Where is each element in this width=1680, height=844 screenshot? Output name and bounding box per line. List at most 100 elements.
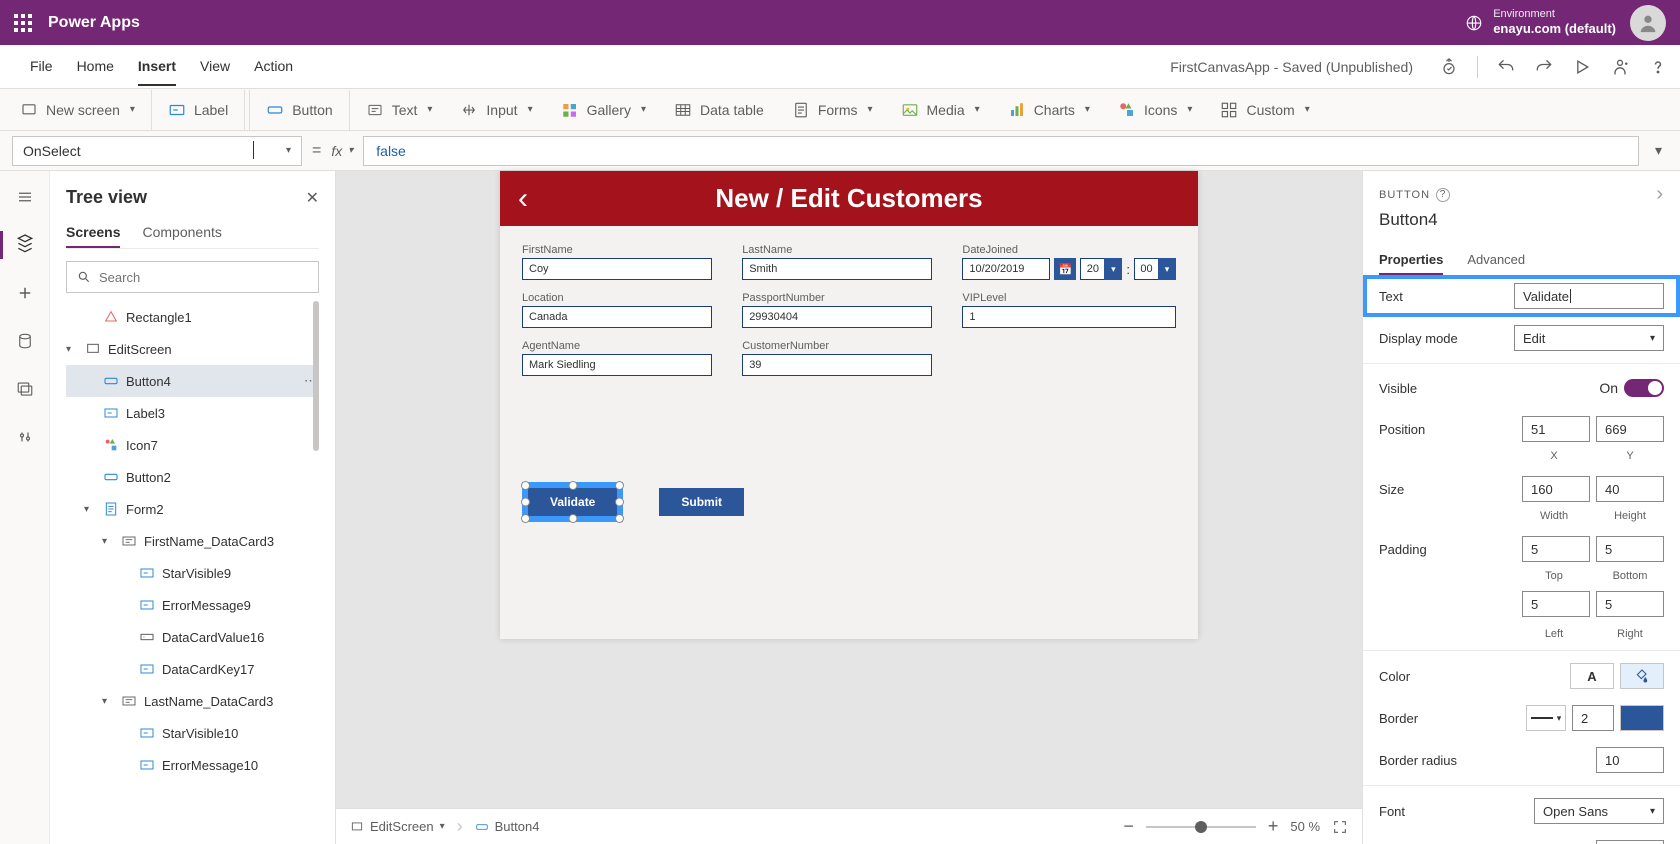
play-icon[interactable] [1572, 57, 1592, 77]
tree-node[interactable]: Icon7 [66, 429, 319, 461]
formula-expand-icon[interactable]: ▾ [1649, 142, 1668, 159]
size-height-input[interactable]: 40 [1596, 476, 1664, 502]
padding-right-input[interactable]: 5 [1596, 591, 1664, 617]
position-x-input[interactable]: 51 [1522, 416, 1590, 442]
fill-color-picker[interactable] [1620, 663, 1664, 689]
tree-node[interactable]: DataCardKey17 [66, 653, 319, 685]
calendar-icon[interactable]: 📅 [1054, 258, 1076, 280]
ribbon-forms[interactable]: Forms▾ [780, 90, 885, 130]
menu-insert[interactable]: Insert [138, 48, 176, 86]
app-checker-icon[interactable] [1439, 57, 1459, 77]
form-icon [102, 500, 120, 518]
padding-top-input[interactable]: 5 [1522, 536, 1590, 562]
datacard-icon [120, 532, 138, 550]
ribbon-text[interactable]: Text▾ [354, 90, 445, 130]
visible-toggle[interactable] [1624, 379, 1664, 397]
avatar[interactable] [1630, 5, 1666, 41]
ribbon-button[interactable]: Button [249, 90, 349, 130]
tab-advanced[interactable]: Advanced [1467, 246, 1525, 275]
tree-node[interactable]: ▾LastName_DataCard3 [66, 685, 319, 717]
rail-media-icon[interactable] [13, 377, 37, 401]
ribbon-icons[interactable]: Icons▾ [1106, 90, 1205, 130]
undo-icon[interactable] [1496, 57, 1516, 77]
rail-insert-icon[interactable] [13, 281, 37, 305]
submit-button[interactable]: Submit [659, 488, 744, 516]
zoom-out-icon[interactable]: − [1123, 816, 1134, 837]
fx-icon[interactable]: fx▾ [331, 143, 353, 159]
ribbon-data-table[interactable]: Data table [662, 90, 776, 130]
control-name[interactable]: Button4 [1379, 210, 1664, 230]
label-icon [138, 596, 156, 614]
rail-data-icon[interactable] [13, 329, 37, 353]
text-color-picker[interactable]: A [1570, 663, 1614, 689]
padding-left-input[interactable]: 5 [1522, 591, 1590, 617]
share-icon[interactable] [1610, 57, 1630, 77]
position-y-input[interactable]: 669 [1596, 416, 1664, 442]
search-input[interactable] [99, 270, 308, 285]
tree-node[interactable]: ErrorMessage10 [66, 749, 319, 781]
ribbon-media[interactable]: Media▾ [889, 90, 992, 130]
ribbon-charts[interactable]: Charts▾ [996, 90, 1102, 130]
back-icon[interactable]: ‹ [518, 182, 528, 216]
font-select[interactable]: Open Sans▾ [1534, 798, 1664, 824]
menu-view[interactable]: View [200, 48, 230, 86]
rail-advanced-icon[interactable] [13, 425, 37, 449]
tree-node[interactable]: DataCardValue16 [66, 621, 319, 653]
tree-node[interactable]: Label3 [66, 397, 319, 429]
border-color-picker[interactable] [1620, 705, 1664, 731]
fit-screen-icon[interactable] [1332, 819, 1348, 835]
environment-picker[interactable]: Environment enayu.com (default) [1465, 8, 1616, 37]
app-launcher-icon[interactable] [14, 14, 32, 32]
tree-node[interactable]: Button2 [66, 461, 319, 493]
help-icon[interactable] [1648, 57, 1668, 77]
ribbon-custom[interactable]: Custom▾ [1208, 90, 1321, 130]
tree-node[interactable]: ▾Form2 [66, 493, 319, 525]
screen-icon [20, 101, 38, 119]
breadcrumb-control[interactable]: Button4 [475, 819, 540, 834]
help-icon[interactable]: ? [1436, 188, 1450, 202]
tree-node[interactable]: ▾FirstName_DataCard3 [66, 525, 319, 557]
formula-input[interactable]: false [363, 136, 1639, 166]
display-mode-select[interactable]: Edit▾ [1514, 325, 1664, 351]
tree-node[interactable]: ▾EditScreen [66, 333, 319, 365]
tab-components[interactable]: Components [142, 218, 221, 248]
menu-action[interactable]: Action [254, 48, 293, 86]
tree-node[interactable]: ErrorMessage9 [66, 589, 319, 621]
tree-scrollbar[interactable] [313, 301, 319, 451]
border-width-input[interactable]: 2 [1572, 705, 1614, 731]
rail-hamburger-icon[interactable] [13, 185, 37, 209]
canvas-area: ‹ New / Edit Customers FirstNameCoy Last… [336, 171, 1362, 844]
border-style-picker[interactable]: ▾ [1526, 705, 1566, 731]
ribbon-label[interactable]: Label [151, 90, 245, 130]
text-input[interactable]: Validate [1514, 283, 1664, 309]
selected-button-wrapper[interactable]: Validate [522, 482, 623, 522]
border-radius-input[interactable]: 10 [1596, 747, 1664, 773]
ribbon-new-screen[interactable]: New screen▾ [8, 90, 147, 130]
property-selector[interactable]: OnSelect ▾ [12, 136, 302, 166]
tab-screens[interactable]: Screens [66, 218, 120, 248]
font-size-input[interactable]: 15 [1596, 840, 1664, 844]
tab-properties[interactable]: Properties [1379, 246, 1443, 275]
expand-panel-icon[interactable]: › [1656, 183, 1664, 206]
breadcrumb-screen[interactable]: EditScreen ▾ [350, 819, 445, 834]
tree-node[interactable]: StarVisible9 [66, 557, 319, 589]
label-icon [168, 101, 186, 119]
padding-bottom-input[interactable]: 5 [1596, 536, 1664, 562]
tree-node[interactable]: Rectangle1 [66, 301, 319, 333]
equals-sign: = [312, 142, 321, 160]
menu-file[interactable]: File [30, 48, 53, 86]
zoom-in-icon[interactable]: + [1268, 816, 1279, 837]
ribbon-gallery[interactable]: Gallery▾ [549, 90, 658, 130]
validate-button[interactable]: Validate [528, 488, 617, 516]
ribbon-input[interactable]: Input▾ [448, 90, 544, 130]
tree-node[interactable]: Button4⋯ [66, 365, 319, 397]
tree-search[interactable] [66, 261, 319, 293]
menu-home[interactable]: Home [77, 48, 114, 86]
close-icon[interactable]: ✕ [306, 188, 319, 208]
tree-node[interactable]: StarVisible10 [66, 717, 319, 749]
app-canvas[interactable]: ‹ New / Edit Customers FirstNameCoy Last… [500, 171, 1198, 639]
zoom-slider[interactable] [1146, 826, 1256, 828]
size-width-input[interactable]: 160 [1522, 476, 1590, 502]
rail-tree-view-icon[interactable] [13, 233, 37, 257]
redo-icon[interactable] [1534, 57, 1554, 77]
